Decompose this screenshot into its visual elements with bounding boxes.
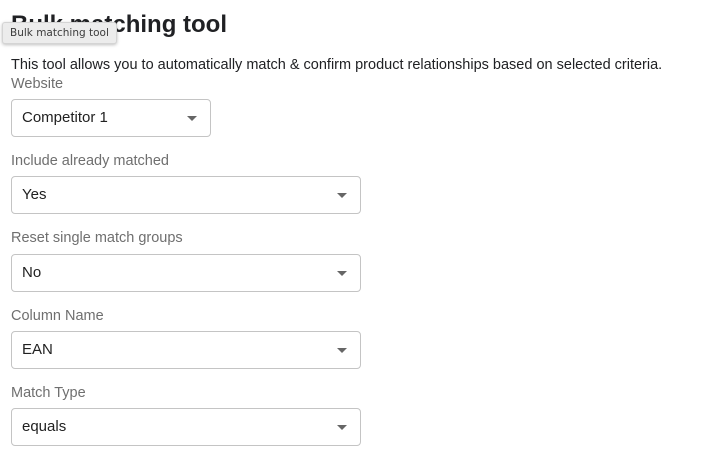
reset-groups-select[interactable]: No [11, 254, 361, 292]
column-name-select-value: EAN [22, 341, 53, 358]
caret-down-icon [337, 348, 347, 353]
reset-groups-select-value: No [22, 264, 42, 281]
website-label: Website [11, 76, 64, 92]
website-select[interactable]: Competitor 1 [11, 99, 211, 137]
include-matched-label: Include already matched [11, 153, 169, 169]
caret-down-icon [337, 193, 347, 198]
website-select-value: Competitor 1 [22, 109, 108, 126]
column-name-select[interactable]: EAN [11, 331, 361, 369]
include-matched-select-value: Yes [22, 186, 47, 203]
page-description: This tool allows you to automatically ma… [11, 57, 663, 73]
caret-down-icon [337, 425, 347, 430]
title-tooltip: Bulk matching tool [2, 22, 117, 44]
reset-groups-label: Reset single match groups [11, 230, 183, 246]
column-name-label: Column Name [11, 308, 104, 324]
match-type-select-value: equals [22, 418, 67, 435]
caret-down-icon [337, 271, 347, 276]
caret-down-icon [187, 116, 197, 121]
include-matched-select[interactable]: Yes [11, 176, 361, 214]
match-type-select[interactable]: equals [11, 408, 361, 446]
match-type-label: Match Type [11, 385, 86, 401]
